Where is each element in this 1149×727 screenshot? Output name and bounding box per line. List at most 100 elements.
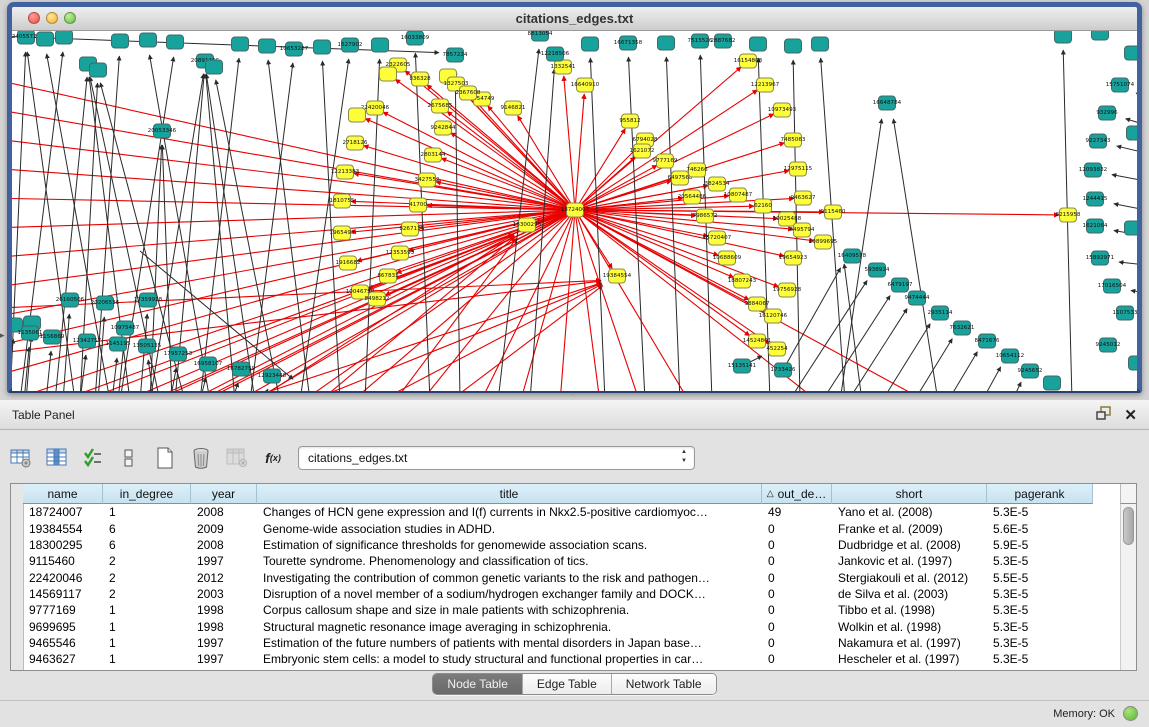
graph-edge[interactable]	[1131, 290, 1137, 293]
memory-status-indicator[interactable]	[1123, 706, 1138, 721]
select-columns-icon[interactable]	[82, 447, 104, 469]
column-header-year[interactable]: year	[191, 484, 257, 504]
graph-node[interactable]	[56, 31, 73, 44]
graph-edge[interactable]	[250, 63, 293, 391]
graph-edge[interactable]	[365, 119, 575, 210]
graph-edge[interactable]	[240, 283, 601, 391]
graph-edge[interactable]	[821, 58, 845, 391]
graph-edge[interactable]	[455, 70, 460, 391]
column-header-short[interactable]: short	[832, 484, 987, 504]
graph-edge[interactable]	[948, 352, 977, 391]
graph-edge[interactable]	[364, 146, 575, 210]
new-table-icon[interactable]	[154, 447, 176, 469]
graph-edge[interactable]	[914, 339, 952, 391]
delete-table-icon[interactable]	[190, 447, 212, 469]
graph-node[interactable]	[1125, 46, 1138, 60]
graph-edge[interactable]	[1112, 175, 1137, 181]
graph-edge[interactable]	[575, 94, 584, 210]
graph-node[interactable]	[785, 39, 802, 53]
graph-node[interactable]	[750, 37, 767, 51]
graph-node[interactable]	[582, 37, 599, 51]
graph-edge[interactable]	[46, 351, 51, 391]
column-header-title[interactable]: title	[257, 484, 762, 504]
panel-resize-grip[interactable]: ⌃	[566, 395, 580, 400]
show-column-icon[interactable]	[46, 447, 68, 469]
graph-edge[interactable]	[982, 367, 1001, 391]
graph-edge[interactable]	[488, 106, 575, 210]
graph-node[interactable]	[259, 39, 276, 53]
graph-node[interactable]	[112, 34, 129, 48]
network-graph[interactable]: 1872400718300295193845542242004627181261…	[12, 31, 1137, 391]
table-row[interactable]: 1938455462009Genome-wide association stu…	[23, 520, 1120, 536]
graph-node[interactable]	[1127, 126, 1138, 140]
graph-edge[interactable]	[1136, 93, 1137, 98]
graph-node[interactable]	[1092, 31, 1109, 40]
graph-edge[interactable]	[575, 210, 1059, 215]
graph-edge[interactable]	[575, 210, 640, 391]
graph-edge[interactable]	[474, 100, 575, 210]
graph-edge[interactable]	[844, 264, 862, 391]
graph-edge[interactable]	[112, 358, 117, 391]
graph-edge[interactable]	[1012, 382, 1021, 391]
graph-edge[interactable]	[383, 112, 575, 210]
graph-node[interactable]	[167, 35, 184, 49]
delete-column-icon[interactable]	[226, 447, 248, 469]
table-row[interactable]: 911546021997Tourette syndrome. Phenomeno…	[23, 553, 1120, 569]
table-row[interactable]: 946554611997Estimation of the future num…	[23, 635, 1120, 651]
row-height-icon[interactable]	[118, 447, 140, 469]
graph-node[interactable]	[314, 40, 331, 54]
column-header-out_degree[interactable]: △out_de…	[762, 484, 832, 504]
column-header-name[interactable]: name	[23, 484, 103, 504]
graph-edge[interactable]	[310, 283, 602, 391]
function-builder-icon[interactable]: f(x)	[262, 447, 284, 469]
graph-node[interactable]	[812, 37, 829, 51]
graph-edge[interactable]	[1119, 262, 1137, 265]
graph-node[interactable]	[658, 36, 675, 50]
graph-edge[interactable]	[893, 119, 938, 391]
graph-edge[interactable]	[395, 238, 517, 391]
graph-node[interactable]	[1055, 31, 1072, 43]
graph-edge[interactable]	[98, 317, 104, 391]
table-row[interactable]: 2242004622012Investigating the contribut…	[23, 569, 1120, 585]
graph-edge[interactable]	[268, 60, 310, 391]
table-row[interactable]: 977716911998Corpus callosum shape and si…	[23, 602, 1120, 618]
graph-edge[interactable]	[255, 236, 514, 391]
graph-edge[interactable]	[666, 57, 680, 391]
graph-edge[interactable]	[848, 309, 907, 391]
table-select-combobox[interactable]: citations_edges.txt ▲▼	[298, 446, 695, 470]
graph-edge[interactable]	[1117, 146, 1137, 153]
graph-edge[interactable]	[12, 108, 575, 210]
graph-node[interactable]	[140, 33, 157, 47]
graph-edge[interactable]	[575, 210, 600, 391]
graph-node[interactable]	[232, 37, 249, 51]
graph-node[interactable]	[1125, 221, 1138, 235]
table-row[interactable]: 1872400712008Changes of HCN gene express…	[23, 504, 1120, 520]
table-row[interactable]: 946362711997Embryonic stem cells: a mode…	[23, 651, 1120, 667]
graph-edge[interactable]	[60, 234, 514, 391]
float-panel-icon[interactable]	[1096, 406, 1112, 426]
graph-node[interactable]	[206, 60, 223, 74]
graph-node[interactable]	[1044, 376, 1061, 390]
tab-node-table[interactable]: Node Table	[433, 674, 523, 694]
graph-node[interactable]	[37, 32, 54, 46]
graph-node[interactable]	[1129, 356, 1138, 370]
graph-edge[interactable]	[564, 76, 575, 210]
close-panel-icon[interactable]: ✕	[1124, 408, 1137, 424]
hidden-panel-toggle[interactable]: ▸	[0, 330, 5, 341]
graph-edge[interactable]	[628, 57, 645, 391]
graph-node[interactable]	[349, 108, 366, 122]
network-canvas[interactable]: 1872400718300295193845542242004627181261…	[12, 31, 1137, 391]
column-header-pagerank[interactable]: pagerank	[987, 484, 1093, 504]
table-row[interactable]: 1456911722003Disruption of a novel membe…	[23, 586, 1120, 602]
vertical-scrollbar[interactable]	[1120, 504, 1136, 670]
graph-node[interactable]	[380, 67, 397, 81]
scrollbar-thumb[interactable]	[1123, 507, 1134, 545]
table-row[interactable]: 1830029562008Estimation of significance …	[23, 537, 1120, 553]
graph-node[interactable]	[90, 63, 107, 77]
tab-edge-table[interactable]: Edge Table	[523, 674, 612, 694]
table-row[interactable]: 969969511998Structural magnetic resonanc…	[23, 618, 1120, 634]
graph-edge[interactable]	[262, 389, 268, 391]
graph-node[interactable]	[372, 38, 389, 52]
graph-edge[interactable]	[1114, 204, 1137, 210]
table-mode-icon[interactable]	[10, 447, 32, 469]
